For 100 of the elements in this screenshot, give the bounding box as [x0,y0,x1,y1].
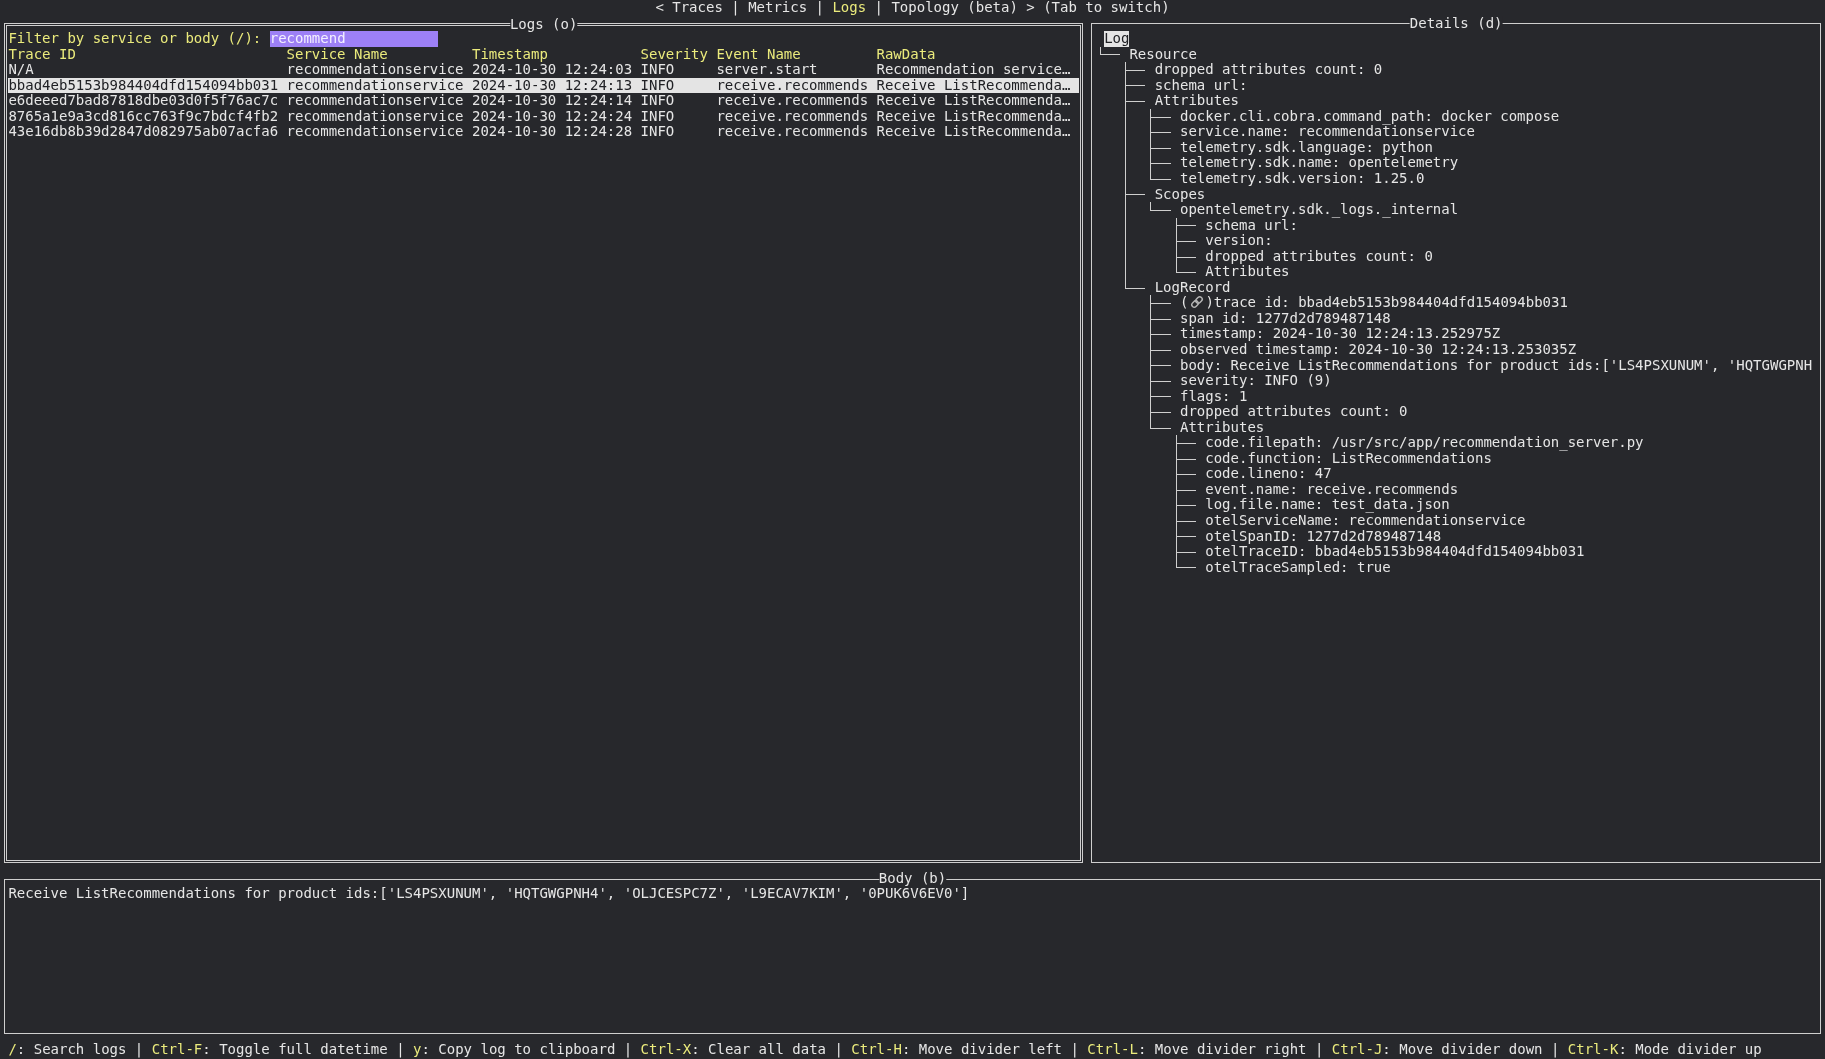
tree-node[interactable]: log.file.name: test_data.json [1205,497,1450,514]
table-cell: recommendationservice [286,93,464,109]
tree-node[interactable]: observed timestamp: 2024-10-30 12:24:13.253035Z [1179,342,1577,358]
table-cell: 2024-10-30 12:24:13 [471,77,633,94]
shortcut-hint: Ctrl-L: Move divider right [1087,1041,1307,1058]
next-arrow[interactable]: > [1026,0,1035,16]
table-cell: receive.recommends [716,77,869,94]
column-header: Trace ID [8,46,76,63]
log-row[interactable]: 43e16db8b39d2847d082975ab07acfa6 recommendationservice 2024-10-30 12:24:28 INFO receive.recommends Receive ListRecommenda… [8,124,1079,140]
tree-connector [1099,46,1121,56]
hint-separator: | [834,1041,843,1058]
tree-node[interactable]: telemetry.sdk.language: python [1179,139,1433,156]
tree-node[interactable]: otelTraceID: bbad4eb5153b984404dfd154094bb031 [1205,544,1585,560]
tree-node[interactable]: dropped attributes count: 0 [1205,248,1433,265]
table-cell: recommendationservice [286,108,464,125]
hint-separator: | [1314,1041,1324,1058]
shortcut-hint: Ctrl-H: Move divider left [851,1041,1063,1058]
tree-node[interactable]: Attributes [1179,419,1265,436]
table-cell-text: Receive ListRecommenda… [876,93,1072,109]
table-cell-text: INFO [640,93,676,109]
panel-title: Body (b) [878,870,947,887]
tree-node[interactable]: ( )trace id: bbad4eb5153b984404dfd154094bb031 [1179,295,1568,311]
log-row[interactable]: 8765a1e9a3cd816cc763f9c7bdcf4fb2 recommendationservice 2024-10-30 12:24:24 INFO receive.recommends Receive ListRecommenda… [8,108,1079,125]
tree-connector [1150,202,1171,211]
tree-node[interactable]: otelServiceName: recommendationservice [1205,513,1526,529]
column-header: Severity [640,46,708,63]
tree-node[interactable]: Attributes [1205,264,1290,280]
body-text: Receive ListRecommendations for product ids:['LS4PSXUNUM', 'HQTGWGPNH4', 'OLJCESPC7Z', 'L9ECAV7KIM', '0PUK6V6EV0'] [8,886,971,902]
table-cell: 43e16db8b39d2847d082975ab07acfa6 [8,124,279,140]
table-cell: 2024-10-30 12:24:28 [471,124,633,140]
table-cell: 2024-10-30 12:24:03 [471,62,633,78]
log-row[interactable]: e6deeed7bad87818dbe03d0f5f76ac7c recommendationservice 2024-10-30 12:24:14 INFO receive.recommends Receive ListRecommenda… [8,93,1079,109]
shortcut-hint: Ctrl-J: Move divider down [1331,1041,1543,1058]
panel-title: Logs (o) [509,16,578,33]
tab[interactable]: Logs [832,0,867,16]
shortcut-hint: Ctrl-F: Toggle full datetime [151,1041,388,1058]
tree-node[interactable]: LogRecord [1154,279,1231,296]
tree-node[interactable]: timestamp: 2024-10-30 12:24:13.252975Z [1179,326,1501,342]
table-cell: e6deeed7bad87818dbe03d0f5f76ac7c [8,93,279,109]
shortcut-hint: Ctrl-K: Mode divider up [1567,1041,1762,1058]
table-cell: recommendationservice [286,77,464,94]
tree-node[interactable]: flags: 1 [1179,388,1248,405]
column-header: Service Name [286,46,389,63]
hint-separator: | [396,1041,405,1058]
table-cell: 2024-10-30 12:24:24 [471,108,633,125]
hint-separator: | [623,1041,633,1058]
table-cell: receive.recommends [716,108,869,125]
table-cell-text: Recommendation service… [876,62,1072,78]
table-cell-text: INFO [640,77,676,94]
table-cell: 8765a1e9a3cd816cc763f9c7bdcf4fb2 [8,108,279,125]
log-row[interactable]: N/A recommendationservice 2024-10-30 12:24:03 INFO server.start Recommendation service… [8,62,1079,78]
tree-node[interactable]: version: [1205,233,1273,249]
column-header: Timestamp [471,46,549,63]
column-header: Event Name [716,46,802,63]
hint-separator: | [1550,1041,1560,1058]
tree-node[interactable]: Attributes [1154,93,1239,109]
table-cell: recommendationservice [286,62,464,78]
tree-node[interactable]: dropped attributes count: 0 [1154,62,1383,78]
table-cell-text: INFO [640,108,676,125]
tab-separator: | [815,0,824,16]
tree-node[interactable]: severity: INFO (9) [1179,373,1332,389]
tree-node[interactable]: dropped attributes count: 0 [1179,404,1408,420]
tree-node[interactable]: service.name: recommendationservice [1179,124,1475,140]
shortcut-hint: Ctrl-X: Clear all data [640,1041,827,1058]
tree-node[interactable]: code.lineno: 47 [1205,466,1332,482]
tree-node[interactable]: schema url: [1205,217,1298,234]
panel-title: Details (d) [1409,15,1503,32]
table-cell-text: INFO [640,62,675,78]
tree-node[interactable]: docker.cli.cobra.command_path: docker compose [1179,108,1560,125]
switch-hint: (Tab to switch) [1043,0,1170,16]
log-row[interactable]: bbad4eb5153b984404dfd154094bb031 recommendationservice 2024-10-30 12:24:13 INFO receive.recommends Receive ListRecommenda… [8,77,1079,94]
table-cell-text: Receive ListRecommenda… [876,108,1072,125]
table-cell: recommendationservice [286,124,464,140]
tab[interactable]: Topology (beta) [891,0,1018,16]
shortcut-hint: /: Search logs [8,1041,127,1058]
tab-separator: | [874,0,883,16]
tree-node[interactable]: telemetry.sdk.version: 1.25.0 [1179,171,1425,187]
tree-node[interactable]: span id: 1277d2d789487148 [1179,310,1391,327]
tree-node[interactable]: body: Receive ListRecommendations for product ids:['LS4PSXUNUM', 'HQTGWGPNH [1179,357,1813,374]
tab[interactable]: Metrics [748,0,808,16]
tree-node[interactable]: schema url: [1154,77,1248,94]
tree-node[interactable]: code.function: ListRecommendations [1205,450,1492,467]
tab[interactable]: Traces [672,0,723,16]
table-cell-text: Receive ListRecommenda… [876,124,1072,140]
link-icon [1189,295,1204,310]
tree-node[interactable]: otelTraceSampled: true [1205,559,1391,576]
tree-node[interactable]: event.name: receive.recommends [1205,481,1459,498]
table-cell: 2024-10-30 12:24:14 [471,93,633,109]
column-header: RawData [876,46,937,63]
tree-node[interactable]: code.filepath: /usr/src/app/recommendation_server.py [1205,435,1644,451]
hint-separator: | [134,1041,144,1058]
tree-node[interactable]: Resource [1129,46,1197,63]
prev-arrow[interactable]: < [655,0,664,16]
tree-node[interactable]: telemetry.sdk.name: opentelemetry [1179,155,1459,171]
table-cell-text: server.start [716,62,819,78]
tree-node[interactable]: Scopes [1154,186,1206,203]
tree-node[interactable]: opentelemetry.sdk._logs._internal [1179,202,1459,218]
tree-node[interactable]: Log [1104,31,1130,47]
shortcut-hint: y: Copy log to clipboard [413,1041,616,1058]
tree-node[interactable]: otelSpanID: 1277d2d789487148 [1205,528,1442,545]
